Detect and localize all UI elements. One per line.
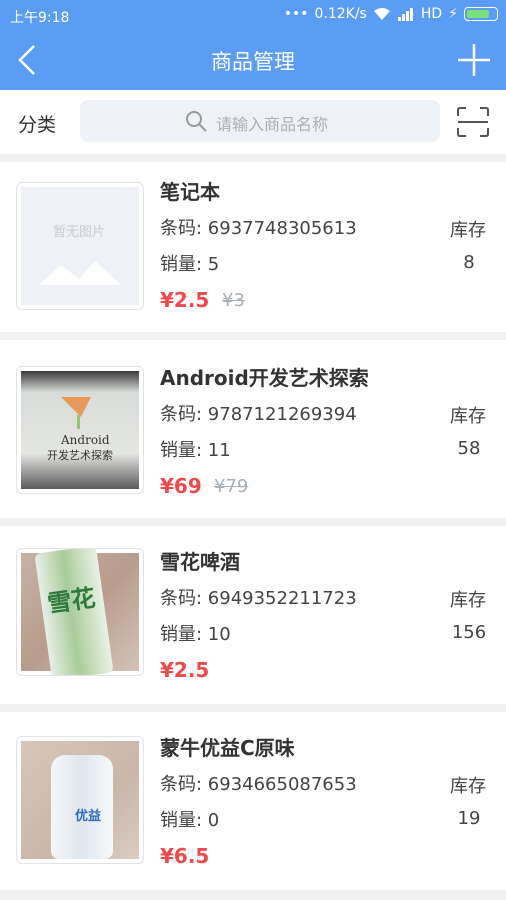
product-image: 优益 xyxy=(16,736,144,864)
product-old-price: ¥3 xyxy=(222,290,245,311)
stock-label: 库存 xyxy=(450,776,486,797)
scan-icon[interactable] xyxy=(456,106,490,138)
status-bar: 上午9:18 ••• 0.12K/s HD ⚡ xyxy=(0,0,506,30)
product-item[interactable]: 暂无图片 笔记本 条码: 6937748305613 销量: 5 ¥2.5 ¥3… xyxy=(0,162,506,332)
stock-value: 8 xyxy=(463,252,475,273)
product-sales: 销量: 11 xyxy=(160,440,231,461)
book-cover-subtitle: 开发艺术探索 xyxy=(47,449,113,462)
product-name: 笔记本 xyxy=(160,180,220,204)
product-price: ¥6.5 xyxy=(160,844,210,868)
page-title: 商品管理 xyxy=(211,50,295,74)
mountain-placeholder-icon xyxy=(39,261,121,285)
status-time: 上午9:18 xyxy=(10,10,70,26)
search-input[interactable]: 请输入商品名称 xyxy=(80,100,440,142)
app-header: 商品管理 xyxy=(0,30,506,90)
product-barcode: 条码: 6937748305613 xyxy=(160,218,357,239)
stock-value: 58 xyxy=(457,438,481,459)
stock-label: 库存 xyxy=(450,220,486,241)
product-name: 雪花啤酒 xyxy=(160,550,240,574)
product-price: ¥2.5 xyxy=(160,658,210,682)
product-item[interactable]: 雪花 雪花啤酒 条码: 6949352211723 销量: 10 ¥2.5 库存… xyxy=(0,526,506,704)
product-image: Android 开发艺术探索 xyxy=(16,366,144,494)
product-name: 蒙牛优益C原味 xyxy=(160,736,295,760)
product-name: Android开发艺术探索 xyxy=(160,366,369,390)
more-dots-icon: ••• xyxy=(283,6,309,22)
product-image: 雪花 xyxy=(16,548,144,676)
product-old-price: ¥79 xyxy=(214,476,249,497)
product-barcode: 条码: 9787121269394 xyxy=(160,404,357,425)
no-image-label: 暂无图片 xyxy=(53,225,106,240)
product-barcode: 条码: 6934665087653 xyxy=(160,774,357,795)
network-speed: 0.12K/s xyxy=(314,6,367,22)
product-item[interactable]: Android 开发艺术探索 Android开发艺术探索 条码: 9787121… xyxy=(0,340,506,518)
product-price: ¥69 xyxy=(160,474,202,498)
product-image: 暂无图片 xyxy=(16,182,144,310)
book-cover-art xyxy=(61,397,91,429)
battery-icon xyxy=(464,7,498,21)
charging-icon: ⚡ xyxy=(448,6,458,22)
product-barcode: 条码: 6949352211723 xyxy=(160,588,357,609)
search-placeholder: 请输入商品名称 xyxy=(216,115,329,134)
product-item[interactable]: 优益 蒙牛优益C原味 条码: 6934665087653 销量: 0 ¥6.5 … xyxy=(0,712,506,890)
stock-value: 156 xyxy=(451,622,487,643)
stock-label: 库存 xyxy=(450,406,486,427)
search-bar: 分类 请输入商品名称 xyxy=(0,90,506,154)
product-sales: 销量: 10 xyxy=(160,624,231,645)
product-sales: 销量: 0 xyxy=(160,810,220,831)
signal-icon xyxy=(397,8,413,21)
category-button[interactable]: 分类 xyxy=(18,110,56,137)
stock-value: 19 xyxy=(457,808,481,829)
signal-type: HD xyxy=(420,6,443,22)
add-icon[interactable] xyxy=(456,42,492,78)
search-icon xyxy=(186,111,207,132)
stock-label: 库存 xyxy=(450,590,486,611)
book-cover-title: Android xyxy=(61,433,110,447)
product-sales: 销量: 5 xyxy=(160,254,220,275)
beer-can-label: 雪花 xyxy=(45,583,98,619)
status-indicators: ••• 0.12K/s HD ⚡ xyxy=(284,6,498,22)
product-price: ¥2.5 xyxy=(160,288,210,312)
yogurt-bottle-label: 优益 xyxy=(75,809,102,824)
wifi-icon xyxy=(373,8,390,20)
